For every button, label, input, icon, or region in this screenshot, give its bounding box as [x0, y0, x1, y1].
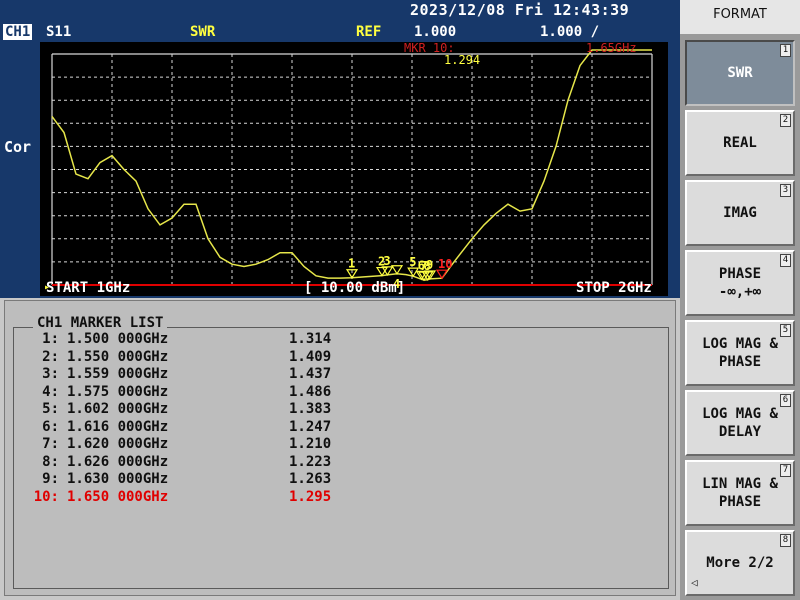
softkey-number: 4: [780, 254, 791, 267]
marker-readout-value: 1.294: [444, 53, 480, 67]
softkey-label: SWR: [727, 65, 753, 81]
softkey-panel: FORMAT SWR 1 REAL 2 IMAG 3 PHASE -∞,+∞ 4 LOG MAG…: [680, 0, 800, 600]
ref-value: 1.000: [414, 24, 457, 40]
marker-10-label: 10: [438, 257, 452, 271]
marker-index: 8:: [42, 453, 59, 470]
marker-frequency: 1.559 000GHz: [67, 366, 169, 382]
softkey-4[interactable]: PHASE -∞,+∞ 4: [685, 250, 795, 316]
marker-index: 6:: [42, 418, 59, 435]
softkey-number: 3: [780, 184, 791, 197]
marker-value: 1.314: [289, 331, 332, 347]
marker-value: 1.437: [289, 366, 332, 382]
marker-5-label: 5: [409, 255, 416, 269]
marker-value: 1.247: [289, 418, 332, 435]
status-header: 2023/12/08 Fri 12:43:39: [0, 0, 680, 22]
softkey-1[interactable]: SWR 1: [685, 40, 795, 106]
swr-chart: 1 2345 6789 10 MKR 10: 1.294 1.65GHz ▸: [44, 42, 653, 293]
channel-label[interactable]: CH1: [3, 24, 33, 40]
measurement-screen: CH1 S11 SWR REF 1.000 1.000 / Cor 123456…: [0, 22, 680, 298]
softkey-number: 6: [780, 394, 791, 407]
softkey-label: PHASE -∞,+∞: [718, 266, 762, 300]
marker-3-label: 3: [383, 254, 390, 268]
softkey-label: LOG MAG & PHASE: [702, 336, 778, 370]
marker-1-label: 1: [348, 257, 355, 271]
more-arrow-icon: ◁: [691, 576, 698, 589]
softkey-label: REAL: [723, 135, 757, 151]
marker-value: 1.486: [289, 383, 332, 400]
softkey-label: LIN MAG & PHASE: [702, 476, 778, 510]
softkey-label: IMAG: [723, 205, 757, 221]
marker-value: 1.263: [289, 471, 332, 487]
marker-value: 1.223: [289, 453, 332, 470]
trace-plot: 1 2 3 4 5 6 7 8 9 10 MKR 10: 1.294 1.65GHz ▸: [40, 42, 668, 296]
marker-4-symbol: [390, 265, 404, 275]
datetime-display: 2023/12/08 Fri 12:43:39: [410, 1, 630, 19]
marker-frequency: 1.650 000GHz: [67, 488, 169, 505]
marker-index: 10:: [33, 488, 59, 505]
softkey-number: 8: [780, 534, 791, 547]
softkey-number: 5: [780, 324, 791, 337]
marker-index: 9:: [42, 471, 59, 487]
marker-index: 7:: [42, 436, 59, 452]
softkey-6[interactable]: LOG MAG & DELAY 6: [685, 390, 795, 456]
softkey-5[interactable]: LOG MAG & PHASE 5: [685, 320, 795, 386]
marker-index: 5:: [42, 401, 59, 417]
marker-index: 3:: [42, 366, 59, 382]
softkey-number: 1: [780, 44, 791, 57]
stop-frequency: STOP 2GHz: [576, 280, 652, 296]
marker-value: 1.409: [289, 348, 332, 365]
marker-index: 4:: [42, 383, 59, 400]
marker-frequency: 1.550 000GHz: [67, 348, 169, 365]
softkey-3[interactable]: IMAG 3: [685, 180, 795, 246]
softkey-number: 7: [780, 464, 791, 477]
scale-value: 1.000 /: [540, 24, 600, 40]
marker-frequency: 1.630 000GHz: [67, 471, 169, 487]
softkey-number: 2: [780, 114, 791, 127]
marker-frequency: 1.500 000GHz: [67, 331, 169, 347]
marker-value: 1.383: [289, 401, 332, 417]
start-frequency: START 1GHz: [46, 280, 131, 296]
marker-frequency: 1.626 000GHz: [67, 453, 169, 470]
marker-list-panel: CH1 MARKER LIST 1: 1.500 000GHz 1.314 2: 1.5…: [4, 300, 676, 596]
marker-index: 2:: [42, 348, 59, 365]
marker-index: 1:: [42, 331, 59, 347]
softkey-label: More 2/2: [706, 555, 774, 571]
source-power: [ 10.00 dBm]: [304, 280, 406, 296]
ref-label: REF: [356, 24, 382, 40]
format-label: SWR: [190, 24, 216, 40]
marker-frequency: 1.616 000GHz: [67, 418, 169, 435]
marker-value: 1.295: [289, 488, 332, 505]
marker-list-title: CH1 MARKER LIST: [33, 315, 168, 331]
marker-value: 1.210: [289, 436, 332, 452]
grid: [51, 53, 653, 286]
marker-frequency: 1.575 000GHz: [67, 383, 169, 400]
measurement-label: S11: [46, 24, 72, 40]
correction-indicator: Cor: [4, 138, 32, 156]
marker-9-label: 9: [426, 258, 433, 272]
marker-frequency: 1.602 000GHz: [67, 401, 169, 417]
softkey-7[interactable]: LIN MAG & PHASE 7: [685, 460, 795, 526]
softkey-menu-title: FORMAT: [680, 0, 800, 34]
marker-readout-freq: 1.65GHz: [586, 42, 637, 55]
marker-frequency: 1.620 000GHz: [67, 436, 169, 452]
softkey-label: LOG MAG & DELAY: [702, 406, 778, 440]
softkey-8[interactable]: More 2/2 8 ◁: [685, 530, 795, 596]
softkey-2[interactable]: REAL 2: [685, 110, 795, 176]
